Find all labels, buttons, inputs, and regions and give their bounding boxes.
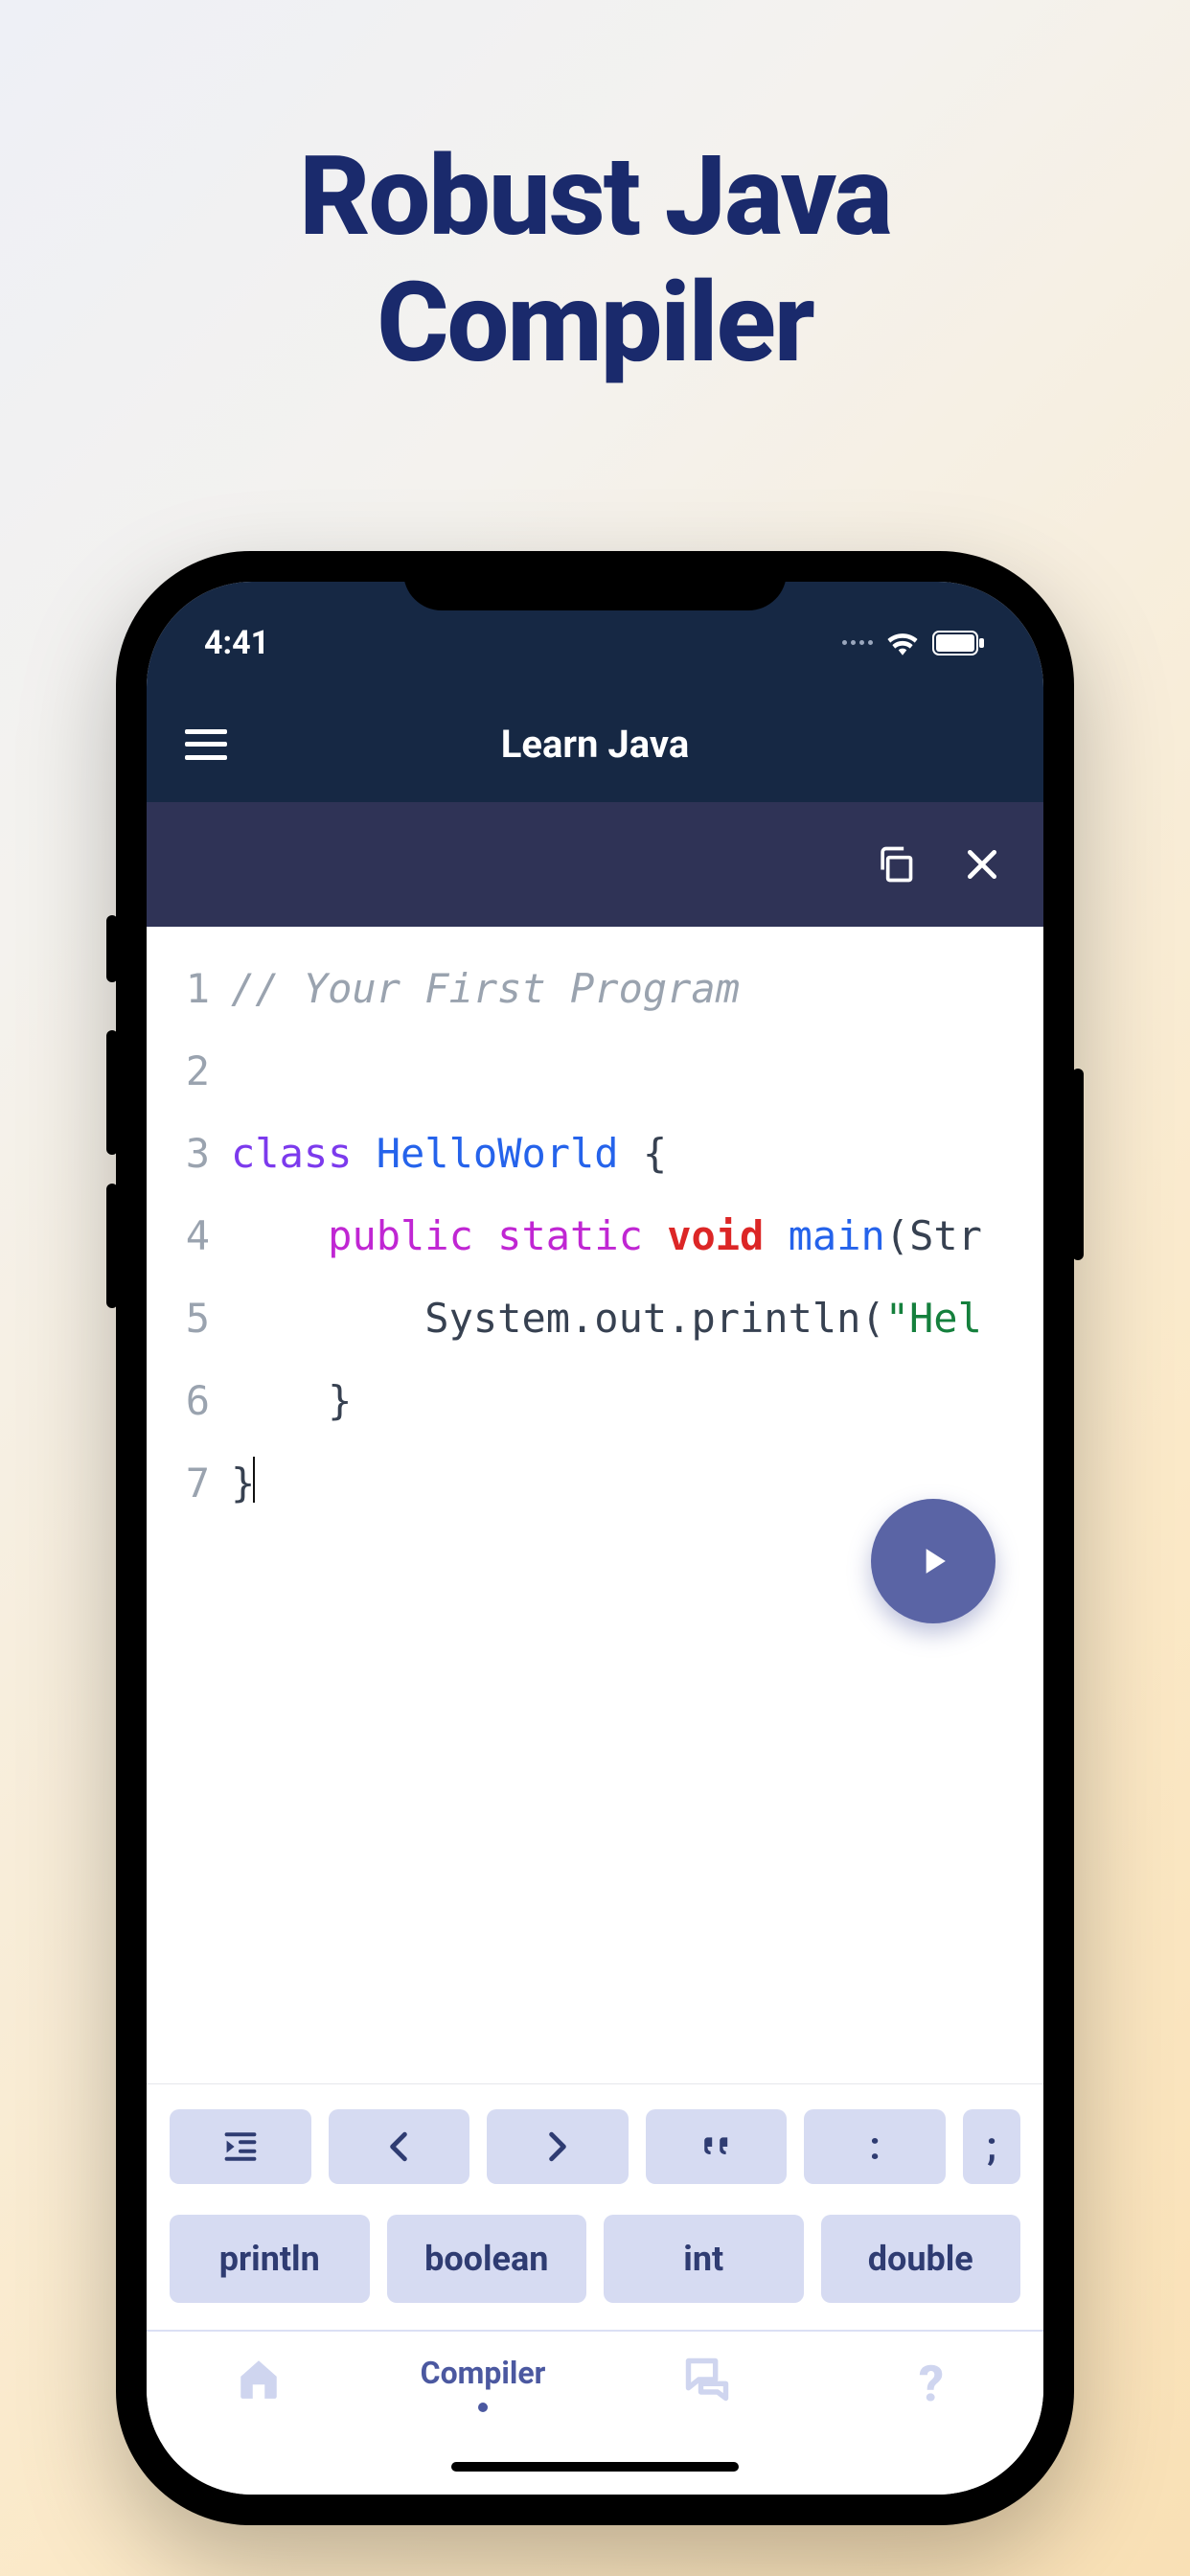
app-header: Learn Java <box>147 687 1043 802</box>
word-println-button[interactable]: println <box>170 2215 370 2303</box>
promo-headline: Robust Java Compiler <box>299 134 891 388</box>
headline-line1: Robust Java <box>299 132 891 262</box>
menu-icon[interactable] <box>185 729 227 760</box>
headline-line2: Compiler <box>377 259 813 388</box>
phone-side-button <box>1072 1069 1084 1260</box>
nav-compiler-label: Compiler <box>421 2355 546 2391</box>
home-icon <box>235 2355 283 2403</box>
word-double-button[interactable]: double <box>821 2215 1021 2303</box>
wifi-icon <box>886 631 919 656</box>
chat-icon <box>682 2355 732 2404</box>
chevron-right-icon <box>544 2131 571 2162</box>
app-title: Learn Java <box>147 722 1043 767</box>
nav-compiler[interactable]: Compiler <box>371 2355 595 2412</box>
line-number: 3 <box>147 1113 231 1195</box>
code-line: 5 System.out.println("Hel <box>147 1277 1043 1360</box>
phone-side-button <box>106 1184 118 1308</box>
line-number: 7 <box>147 1442 231 1525</box>
symbol-keyboard-row: : ; <box>147 2083 1043 2199</box>
line-number: 6 <box>147 1360 231 1442</box>
line-number: 1 <box>147 948 231 1030</box>
code-editor[interactable]: 1 // Your First Program 2 3 class HelloW… <box>147 927 1043 2083</box>
line-number: 4 <box>147 1195 231 1277</box>
status-icons <box>842 631 986 656</box>
indent-button[interactable] <box>170 2109 311 2184</box>
home-indicator <box>451 2462 739 2472</box>
nav-help[interactable]: ? <box>819 2355 1043 2413</box>
quote-icon <box>698 2131 736 2162</box>
editor-toolbar <box>147 802 1043 927</box>
code-line: 1 // Your First Program <box>147 948 1043 1030</box>
colon-button[interactable]: : <box>804 2109 946 2184</box>
line-number: 5 <box>147 1277 231 1360</box>
copy-icon[interactable] <box>874 843 916 886</box>
nav-active-indicator <box>478 2403 488 2412</box>
chevron-left-button[interactable] <box>329 2109 470 2184</box>
question-icon: ? <box>919 2355 944 2413</box>
bottom-nav: Compiler ? <box>147 2332 1043 2495</box>
code-line: 3 class HelloWorld { <box>147 1113 1043 1195</box>
code-line: 2 <box>147 1030 1043 1113</box>
word-boolean-button[interactable]: boolean <box>387 2215 587 2303</box>
indent-icon <box>221 2131 260 2162</box>
code-line: 4 public static void main(Str <box>147 1195 1043 1277</box>
nav-home[interactable] <box>147 2355 371 2403</box>
phone-screen: 4:41 Learn Java <box>147 582 1043 2495</box>
line-number: 2 <box>147 1030 231 1113</box>
play-icon <box>912 1540 954 1582</box>
phone-side-button <box>106 1030 118 1155</box>
semicolon-button[interactable]: ; <box>963 2109 1020 2184</box>
word-keyboard-row: println boolean int double <box>147 2199 1043 2332</box>
chevron-left-icon <box>385 2131 412 2162</box>
battery-icon <box>932 631 986 656</box>
chevron-right-button[interactable] <box>487 2109 629 2184</box>
cellular-icon <box>842 640 873 645</box>
phone-side-button <box>106 915 118 982</box>
phone-frame: 4:41 Learn Java <box>116 551 1074 2525</box>
text-cursor <box>253 1457 255 1503</box>
status-time: 4:41 <box>204 624 269 662</box>
close-icon[interactable] <box>964 846 1000 883</box>
code-line: 6 } <box>147 1360 1043 1442</box>
word-int-button[interactable]: int <box>604 2215 804 2303</box>
run-button[interactable] <box>871 1499 995 1623</box>
phone-notch <box>403 551 787 610</box>
quote-button[interactable] <box>646 2109 788 2184</box>
nav-chat[interactable] <box>595 2355 819 2404</box>
